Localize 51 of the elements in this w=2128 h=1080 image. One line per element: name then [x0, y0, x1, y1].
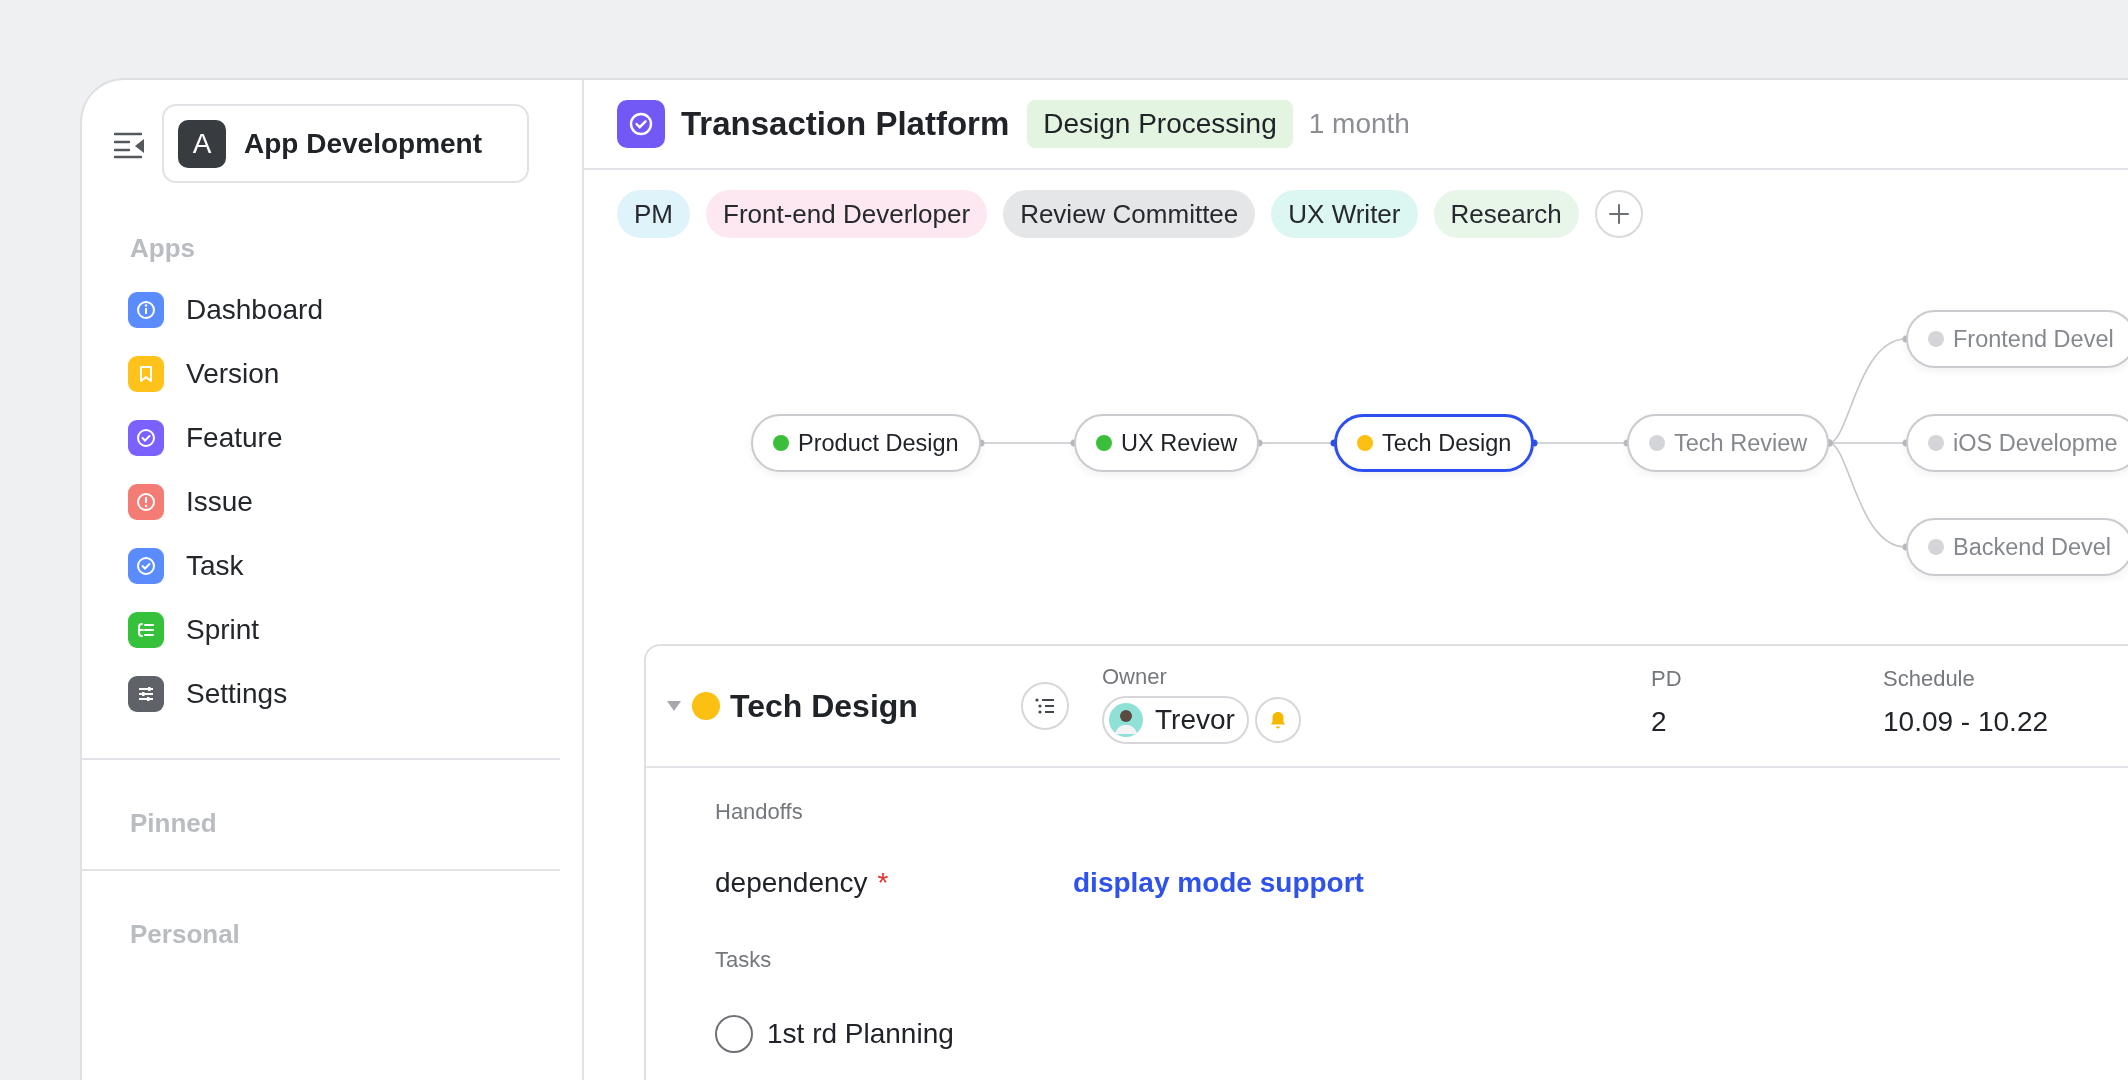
- node-label: Tech Design: [1382, 429, 1512, 457]
- sidebar-item[interactable]: Settings: [128, 662, 560, 726]
- role-tag[interactable]: Review Committee: [1003, 190, 1256, 238]
- section-heading: Apps: [130, 233, 196, 264]
- field-value: 2: [1651, 705, 1668, 739]
- column-label: Owner: [1102, 664, 1168, 690]
- sidebar-item[interactable]: Dashboard: [128, 278, 560, 342]
- sidebar-item[interactable]: Issue: [128, 470, 560, 534]
- node-label: iOS Developme: [1953, 429, 2118, 457]
- node-label: UX Review: [1121, 429, 1238, 457]
- task-title: Tech Design: [730, 687, 918, 725]
- task-checkbox[interactable]: [715, 1015, 753, 1053]
- flow-node[interactable]: UX Review: [1074, 414, 1260, 472]
- handoff-link[interactable]: display mode support: [1073, 867, 1364, 899]
- sidebar-item[interactable]: Feature: [128, 406, 560, 470]
- add-button[interactable]: [1594, 190, 1643, 238]
- section-heading: Pinned: [130, 808, 218, 839]
- node-label: Tech Review: [1674, 429, 1808, 457]
- task-name: 1st rd Planning: [767, 1018, 954, 1050]
- owner-chip[interactable]: Trevor: [1102, 696, 1249, 744]
- workspace-switcher[interactable]: A App Development: [162, 104, 529, 183]
- field-label: dependency: [715, 867, 868, 899]
- node-label: Product Design: [798, 429, 959, 457]
- list-button[interactable]: [1021, 682, 1069, 730]
- avatar-icon: [1109, 703, 1143, 737]
- flow-node[interactable]: Tech Design: [1334, 414, 1535, 472]
- role-tag[interactable]: PM: [617, 190, 690, 238]
- project-icon: [617, 100, 665, 148]
- duration-text: 1 month: [1308, 108, 1410, 140]
- column-label: PD: [1651, 666, 1683, 692]
- node-label: Backend Devel: [1953, 533, 2112, 561]
- sidebar-item[interactable]: Task: [128, 534, 560, 598]
- node-label: Frontend Devel: [1953, 325, 2114, 353]
- sidebar-item[interactable]: Sprint: [128, 598, 560, 662]
- required-mark: *: [877, 867, 889, 899]
- plus-icon: [1607, 203, 1630, 225]
- role-tag[interactable]: UX Writer: [1271, 190, 1418, 238]
- field-value: 10.09 - 10.22: [1883, 705, 2049, 739]
- sidebar-item[interactable]: Version: [128, 342, 560, 406]
- flow-node[interactable]: Product Design: [751, 414, 981, 472]
- role-tag[interactable]: Research: [1433, 190, 1579, 238]
- project-title: Transaction Platform: [681, 105, 1010, 143]
- workspace-avatar: A: [178, 119, 226, 168]
- section-heading: Personal: [130, 919, 241, 950]
- list-icon: [1035, 698, 1055, 714]
- workspace-name: App Development: [244, 127, 483, 160]
- status-badge: Design Processing: [1027, 100, 1293, 148]
- column-label: Schedule: [1883, 666, 1976, 692]
- section-label: Handoffs: [715, 798, 804, 826]
- role-tag[interactable]: Front-end Deverloper: [706, 190, 988, 238]
- section-label: Tasks: [715, 946, 773, 974]
